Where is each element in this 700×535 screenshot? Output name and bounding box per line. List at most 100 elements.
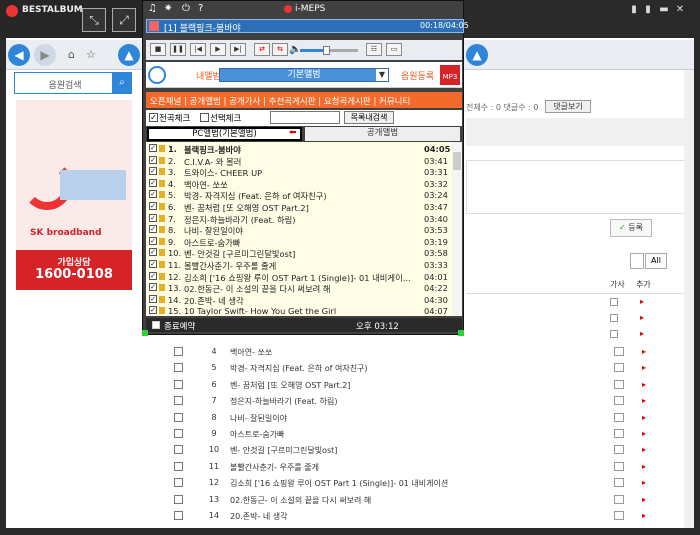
song-row[interactable]: 15.10 Taylor Swift- How You Get the Girl… bbox=[146, 305, 452, 316]
help-icon[interactable]: ? bbox=[198, 3, 203, 14]
add-icon[interactable]: ▸ bbox=[640, 297, 644, 306]
home-icon[interactable]: ⌂ bbox=[68, 48, 75, 61]
add-icon[interactable]: ▸ bbox=[642, 478, 646, 487]
song-checkbox[interactable] bbox=[149, 213, 157, 222]
list-find-button[interactable]: 목록내검색 bbox=[344, 111, 394, 124]
lyrics-icon[interactable] bbox=[614, 511, 624, 520]
expand-icon[interactable]: ⤢ bbox=[112, 8, 136, 32]
table-row[interactable]: 8 나비- 잘된일이야 ▸ bbox=[140, 411, 680, 427]
channel-tabs[interactable]: 오픈채널 | 공개앨범 | 공개가사 | 추천곡게시판 | 요청곡게시판 | 커… bbox=[150, 95, 410, 107]
add-icon[interactable]: ▸ bbox=[642, 445, 646, 454]
song-row[interactable]: 12.김소희 ['16 쇼핑왕 루이 OST Part 1 (Single)]-… bbox=[146, 271, 452, 283]
album-dropdown[interactable]: 기본앨범 bbox=[219, 68, 389, 82]
up-arrow-icon[interactable]: ▲ bbox=[118, 44, 140, 66]
chevron-down-icon[interactable]: ▼ bbox=[376, 69, 388, 81]
public-album-tab[interactable]: 공개앨범 bbox=[305, 127, 460, 141]
song-checkbox[interactable] bbox=[149, 248, 157, 257]
row-checkbox[interactable] bbox=[174, 396, 183, 406]
row-checkbox[interactable] bbox=[174, 461, 183, 471]
song-row[interactable]: 9.아스트로-숨가빠03:19 bbox=[146, 236, 452, 248]
check-all-checkbox[interactable] bbox=[149, 113, 158, 122]
table-row[interactable]: 4 백아연- 쏘쏘 ▸ bbox=[140, 345, 680, 361]
song-checkbox[interactable] bbox=[149, 294, 157, 303]
lyrics-icon[interactable] bbox=[614, 445, 624, 455]
lyrics-icon[interactable] bbox=[610, 298, 618, 306]
power-icon[interactable]: ⏻ bbox=[182, 3, 190, 14]
add-icon[interactable]: ▸ bbox=[642, 363, 646, 372]
song-checkbox[interactable] bbox=[149, 236, 157, 245]
song-checkbox[interactable] bbox=[149, 225, 157, 234]
prev-icon[interactable]: |◀ bbox=[190, 43, 206, 56]
pin-icon[interactable]: ▮ bbox=[628, 4, 640, 16]
song-row[interactable]: 5.박경- 자격지심 (Feat. 은하 of 여자친구)03:24 bbox=[146, 189, 452, 201]
song-row[interactable]: 7.정은지-하늘바라기 (Feat. 하림)03:40 bbox=[146, 213, 452, 225]
search-icon[interactable]: ⌕ bbox=[112, 72, 132, 94]
table-row[interactable]: 11 볼빨간사춘기- 우주를 줄게 ▸ bbox=[140, 460, 680, 476]
mini-icon[interactable]: ▮ bbox=[642, 4, 654, 16]
song-checkbox[interactable] bbox=[149, 260, 157, 268]
minimize-icon[interactable]: ▬ bbox=[658, 4, 670, 16]
lyrics-icon[interactable] bbox=[614, 347, 624, 356]
lyrics-icon[interactable] bbox=[614, 429, 624, 438]
back-icon[interactable]: ◀ bbox=[8, 44, 30, 66]
row-checkbox[interactable] bbox=[174, 511, 183, 520]
ie-icon[interactable] bbox=[148, 66, 166, 84]
volume-knob[interactable] bbox=[323, 46, 331, 55]
table-row[interactable]: 13 02.한동근- 이 소설의 끝을 다시 써보려 해 ▸ bbox=[140, 493, 680, 509]
row-checkbox[interactable] bbox=[174, 363, 183, 373]
eq-icon[interactable]: ☷ bbox=[366, 43, 382, 56]
song-row[interactable]: 14.20.존박- 네 생각04:30 bbox=[146, 294, 452, 306]
song-row[interactable]: 1.블랙핑크-붐바야04:05 bbox=[146, 143, 452, 155]
lyrics-icon[interactable] bbox=[614, 478, 624, 488]
repeat-icon[interactable]: ⇄ bbox=[254, 43, 270, 56]
lyrics-icon[interactable] bbox=[614, 494, 624, 504]
close-icon[interactable]: ✕ bbox=[674, 4, 686, 16]
song-checkbox[interactable] bbox=[149, 155, 157, 164]
play-icon[interactable]: ▶ bbox=[210, 43, 226, 56]
table-row[interactable]: 14 20.존박- 네 생각 ▸ bbox=[140, 509, 680, 525]
song-checkbox[interactable] bbox=[149, 306, 157, 315]
shrink-icon[interactable]: ⤡ bbox=[82, 8, 106, 32]
song-row[interactable]: 2.C.I.V.A- 와 볼러03:41 bbox=[146, 155, 452, 167]
resize-corner-icon[interactable] bbox=[458, 330, 464, 336]
lyrics-icon[interactable] bbox=[614, 396, 624, 406]
page-scrollbar[interactable] bbox=[684, 70, 694, 528]
row-checkbox[interactable] bbox=[174, 445, 183, 455]
song-row[interactable]: 3.트와이스- CHEER UP03:31 bbox=[146, 166, 452, 178]
song-row[interactable]: 13.02.한동근- 이 소설의 끝을 다시 써보려 해04:22 bbox=[146, 282, 452, 294]
register-button[interactable]: ✓ 등록 bbox=[610, 219, 652, 237]
song-checkbox[interactable] bbox=[149, 271, 157, 280]
add-icon[interactable]: ▸ bbox=[642, 429, 646, 438]
settings-icon[interactable]: ✷ bbox=[164, 3, 172, 14]
lyrics-icon[interactable] bbox=[614, 363, 624, 373]
all-button[interactable]: All bbox=[645, 253, 667, 269]
view-icon[interactable]: ▭ bbox=[386, 43, 402, 56]
list-find-input[interactable] bbox=[270, 111, 340, 124]
add-icon[interactable]: ▸ bbox=[642, 462, 646, 471]
row-checkbox[interactable] bbox=[174, 478, 183, 488]
song-row[interactable]: 4.백아연- 쏘쏘03:32 bbox=[146, 178, 452, 190]
song-checkbox[interactable] bbox=[149, 178, 157, 187]
music-register-tab[interactable]: 음원등록 bbox=[401, 69, 434, 82]
table-row[interactable]: 9 아스트로-숨가빠 ▸ bbox=[140, 427, 680, 443]
pc-album-tab[interactable]: PC앨범(기본앨범) bbox=[147, 127, 302, 141]
table-row[interactable]: 6 벤- 꿈처럼 [또 오해영 OST Part.2] ▸ bbox=[140, 378, 680, 394]
row-checkbox[interactable] bbox=[174, 412, 183, 422]
star-icon[interactable]: ☆ bbox=[86, 48, 96, 61]
song-row[interactable]: 10.벤- 안것길 [구르미그린달빛ost]03:58 bbox=[146, 247, 452, 259]
table-row[interactable]: 12 김소희 ['16 쇼핑왕 루이 OST Part 1 (Single)]- … bbox=[140, 476, 680, 492]
add-icon[interactable]: ▸ bbox=[642, 511, 646, 520]
song-row[interactable]: 8.나비- 잘된일이야03:53 bbox=[146, 224, 452, 236]
add-icon[interactable]: ▸ bbox=[642, 413, 646, 422]
song-row[interactable]: 11.볼빨간사춘기- 우주를 줄게03:33 bbox=[146, 259, 452, 271]
row-checkbox[interactable] bbox=[174, 494, 183, 504]
pause-icon[interactable]: ❚❚ bbox=[170, 43, 186, 56]
song-row[interactable]: 6.벤- 꿈처럼 [또 오해영 OST Part.2]03:47 bbox=[146, 201, 452, 213]
lyrics-icon[interactable] bbox=[610, 314, 618, 322]
mp3-icon[interactable]: MP3 bbox=[440, 65, 460, 85]
table-row[interactable]: 5 박경- 자격지심 (Feat. 은하 of 여자친구) ▸ bbox=[140, 361, 680, 377]
comment-input[interactable] bbox=[466, 160, 688, 214]
check-selected-checkbox[interactable] bbox=[200, 113, 209, 122]
song-checkbox[interactable] bbox=[149, 144, 157, 152]
row-checkbox[interactable] bbox=[174, 429, 183, 438]
